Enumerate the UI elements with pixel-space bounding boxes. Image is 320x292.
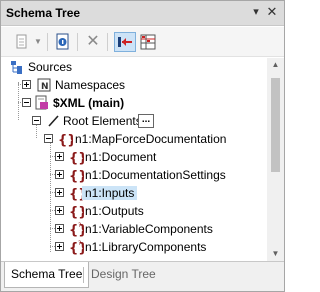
document-info-icon[interactable] (54, 32, 72, 52)
tree-node-library-components[interactable]: {}? n1:LibraryComponents (1, 238, 267, 256)
grid-settings-icon[interactable] (138, 32, 158, 52)
expand-toggle[interactable] (55, 188, 64, 197)
toolbar-separator (47, 33, 48, 51)
svg-text:{}: {} (58, 133, 73, 147)
element-icon: {} (68, 167, 88, 184)
svg-text:N: N (41, 82, 49, 92)
add-root-icon[interactable] (13, 32, 33, 52)
tree-node-mapforce-documentation[interactable]: {} n1:MapForceDocumentation (1, 130, 267, 148)
sync-tree-icon[interactable] (114, 32, 136, 52)
schema-tree: Sources N Namespaces $XML (main) Root El… (1, 58, 267, 261)
panel-title: Schema Tree (6, 6, 81, 20)
collapse-toggle[interactable] (32, 116, 41, 125)
svg-text:{}: {} (69, 223, 84, 237)
optional-element-icon: {}? (68, 239, 88, 256)
toolbar: ▼ ✕ (1, 27, 284, 57)
vertical-scrollbar[interactable]: ▲ ▼ (267, 58, 284, 261)
schema-tree-panel: Schema Tree ▾ ✕ ▼ ✕ Sources N Namespaces… (0, 0, 285, 292)
expand-toggle[interactable] (55, 170, 64, 179)
pin-icon[interactable]: ▾ (249, 5, 263, 19)
element-icon: {} (57, 131, 77, 148)
element-icon: {} (68, 203, 88, 220)
expand-toggle[interactable] (55, 152, 64, 161)
svg-text:?: ? (78, 222, 81, 229)
tree-node-document[interactable]: {} n1:Document (1, 148, 267, 166)
expand-toggle[interactable] (55, 242, 64, 251)
tree-node-label: n1:VariableComponents (85, 222, 213, 236)
scroll-up-icon[interactable]: ▲ (267, 58, 284, 72)
svg-text:{}: {} (69, 241, 84, 255)
collapse-toggle[interactable] (44, 134, 53, 143)
svg-text:{}: {} (69, 205, 84, 219)
collapse-toggle[interactable] (22, 98, 31, 107)
tree-node-variable-components[interactable]: {}? n1:VariableComponents (1, 220, 267, 238)
tab-divider (83, 267, 84, 283)
tree-node-root-elements[interactable]: Root Elements ... (1, 112, 267, 130)
close-icon[interactable]: ✕ (265, 5, 279, 19)
expand-toggle[interactable] (22, 80, 31, 89)
tree-node-label: Root Elements (63, 114, 142, 128)
tree-node-documentation-settings[interactable]: {} n1:DocumentationSettings (1, 166, 267, 184)
svg-text:?: ? (78, 240, 81, 247)
tree-node-outputs[interactable]: {} n1:Outputs (1, 202, 267, 220)
root-elements-icon (46, 113, 62, 129)
svg-text:{}: {} (69, 151, 84, 165)
expand-toggle[interactable] (55, 206, 64, 215)
element-icon: {} (68, 149, 88, 166)
tree-node-label: $XML (main) (53, 96, 125, 110)
tree-node-label: n1:Inputs (82, 186, 138, 200)
namespace-icon: N (36, 77, 52, 93)
sources-icon (9, 59, 25, 75)
tree-node-label: Namespaces (55, 78, 126, 92)
tree-node-inputs[interactable]: {} n1:Inputs (1, 184, 267, 202)
toolbar-separator (107, 33, 108, 51)
tab-design-tree[interactable]: Design Tree (85, 262, 162, 288)
tree-node-label: Sources (28, 60, 73, 74)
tree-node-label: n1:DocumentationSettings (85, 168, 226, 182)
tab-schema-tree[interactable]: Schema Tree (4, 262, 90, 288)
svg-text:{}: {} (69, 169, 84, 183)
tree-node-namespaces[interactable]: N Namespaces (1, 76, 267, 94)
tree-node-sources[interactable]: Sources (1, 58, 267, 76)
delete-icon[interactable]: ✕ (85, 32, 101, 52)
optional-element-icon: {}? (68, 221, 88, 238)
title-bar: Schema Tree ▾ ✕ (1, 1, 284, 26)
bottom-tab-bar: Schema Tree Design Tree (1, 261, 284, 291)
toolbar-separator (77, 33, 78, 51)
tree-node-label: n1:Outputs (85, 204, 144, 218)
dropdown-arrow-icon[interactable]: ▼ (34, 32, 42, 52)
tree-node-label: n1:Document (85, 150, 157, 164)
root-elements-button[interactable]: ... (138, 114, 154, 128)
scrollbar-thumb[interactable] (271, 78, 280, 172)
expand-toggle[interactable] (55, 224, 64, 233)
tree-node-label: n1:LibraryComponents (85, 240, 207, 254)
tree-node-xml-main[interactable]: $XML (main) (1, 94, 267, 112)
tree-node-label: n1:MapForceDocumentation (75, 132, 227, 146)
scroll-down-icon[interactable]: ▼ (267, 247, 284, 261)
xml-source-icon (34, 95, 50, 111)
